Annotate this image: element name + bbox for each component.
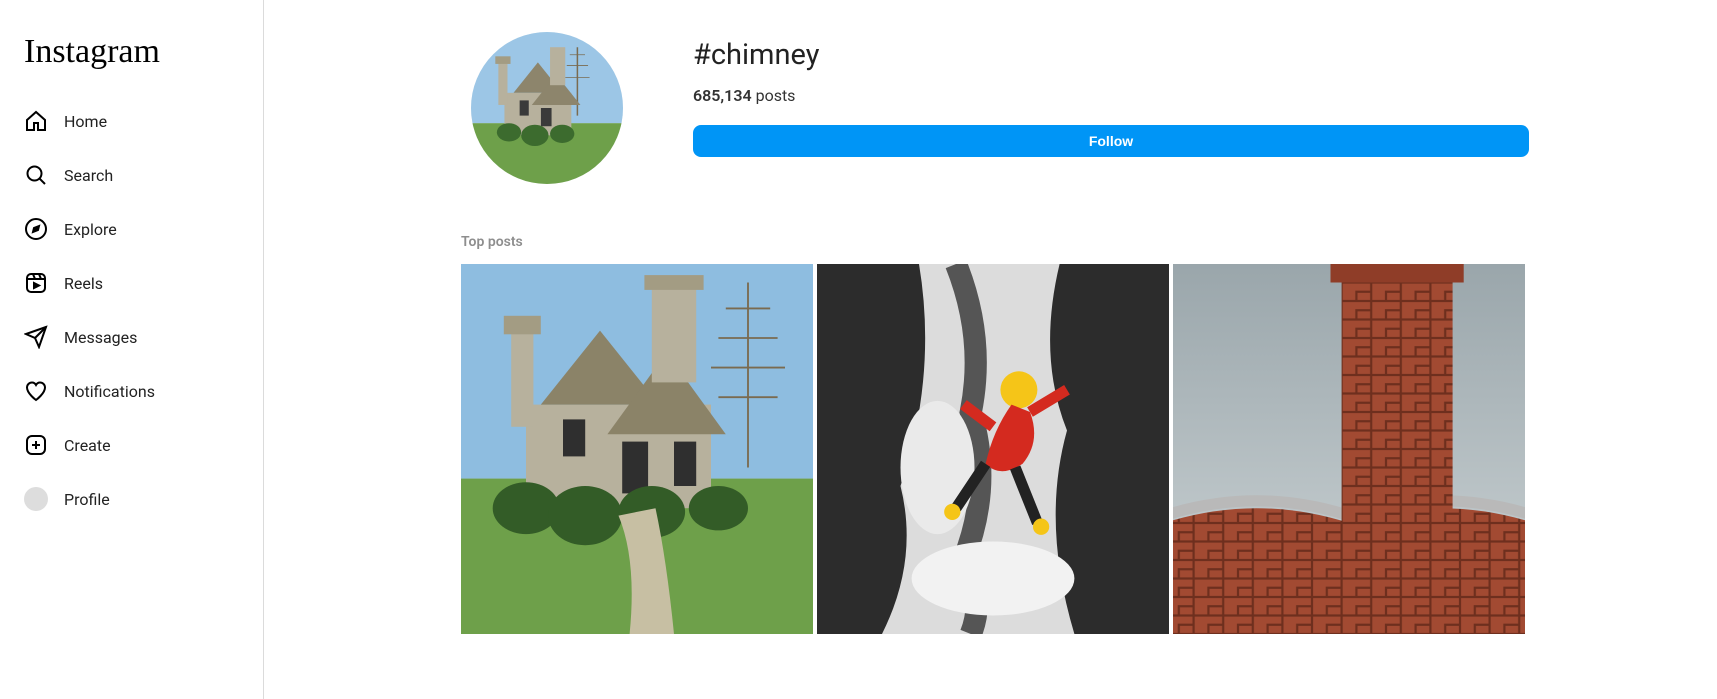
post-tile[interactable] — [1173, 264, 1525, 634]
post-grid — [461, 264, 1529, 634]
nav-create[interactable]: Create — [12, 421, 251, 469]
nav-list: Home Search Explore Reels Messages — [12, 97, 251, 523]
nav-notifications[interactable]: Notifications — [12, 367, 251, 415]
post-count-number: 685,134 — [693, 86, 752, 105]
section-top-posts-label: Top posts — [461, 234, 1529, 250]
nav-label: Home — [64, 112, 107, 131]
nav-label: Profile — [64, 490, 110, 509]
hashtag-header: #chimney 685,134 posts Follow — [461, 32, 1529, 184]
nav-search[interactable]: Search — [12, 151, 251, 199]
post-count-label: posts — [756, 86, 796, 105]
profile-avatar-icon — [24, 487, 48, 511]
nav-label: Search — [64, 166, 113, 185]
nav-explore[interactable]: Explore — [12, 205, 251, 253]
post-tile[interactable] — [817, 264, 1169, 634]
nav-reels[interactable]: Reels — [12, 259, 251, 307]
nav-label: Explore — [64, 220, 117, 239]
nav-messages[interactable]: Messages — [12, 313, 251, 361]
nav-label: Messages — [64, 328, 137, 347]
search-icon — [24, 163, 48, 187]
home-icon — [24, 109, 48, 133]
nav-profile[interactable]: Profile — [12, 475, 251, 523]
hashtag-title: #chimney — [693, 38, 1529, 72]
brand-logo[interactable]: Instagram — [12, 8, 251, 89]
reels-icon — [24, 271, 48, 295]
main-content: #chimney 685,134 posts Follow Top posts — [264, 0, 1717, 699]
post-tile[interactable] — [461, 264, 813, 634]
nav-label: Create — [64, 436, 111, 455]
hashtag-avatar — [471, 32, 623, 184]
plus-square-icon — [24, 433, 48, 457]
nav-label: Reels — [64, 274, 103, 293]
send-icon — [24, 325, 48, 349]
follow-button[interactable]: Follow — [693, 125, 1529, 157]
compass-icon — [24, 217, 48, 241]
nav-home[interactable]: Home — [12, 97, 251, 145]
nav-label: Notifications — [64, 382, 155, 401]
post-count: 685,134 posts — [693, 86, 1529, 105]
heart-icon — [24, 379, 48, 403]
sidebar: Instagram Home Search Explore Reels — [0, 0, 264, 699]
